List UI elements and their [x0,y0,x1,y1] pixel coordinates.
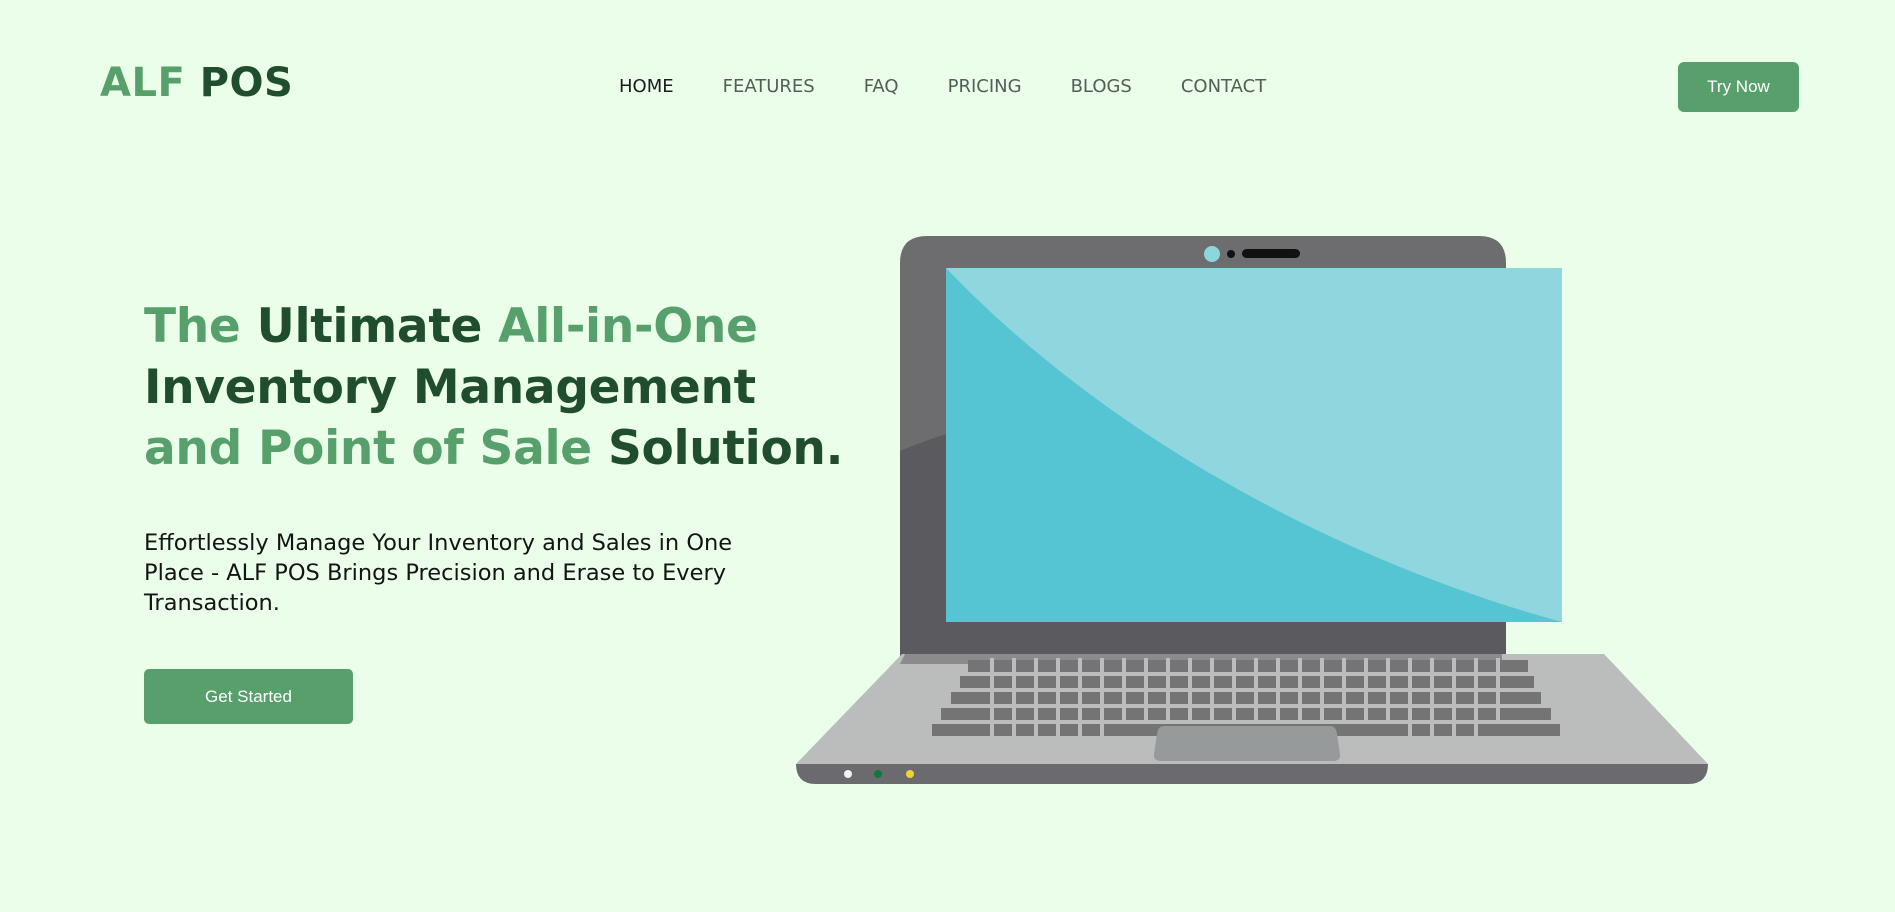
trackpad [1153,726,1341,761]
nav-item-blogs[interactable]: BLOGS [1071,76,1132,97]
hero-subtitle: Effortlessly Manage Your Inventory and S… [144,530,733,616]
speaker-grille [1242,249,1300,258]
hero-title-word: and Point of Sale [144,421,592,476]
power-light-icon [844,770,852,778]
laptop-illustration [796,236,1708,784]
nav-item-pricing[interactable]: PRICING [948,76,1022,97]
brand-logo-part2: POS [199,60,294,106]
hero-title-word: The [144,299,241,354]
sensor-icon [1227,250,1235,258]
nav-item-faq[interactable]: FAQ [864,76,899,97]
status-light-icon [874,770,882,778]
hero-title-word: All-in-One [498,299,758,354]
brand-logo-part1: ALF [100,60,186,106]
keyboard-row [960,676,1534,688]
hero-title: The Ultimate All-in-One Inventory Manage… [144,296,843,479]
keyboard [932,660,1560,736]
brand-logo[interactable]: ALF POS [100,60,293,106]
hero-title-word: Inventory Management [144,360,756,415]
get-started-button[interactable]: Get Started [144,669,353,724]
main-nav: HOME FEATURES FAQ PRICING BLOGS CONTACT [619,76,1266,97]
nav-item-contact[interactable]: CONTACT [1181,76,1266,97]
nav-item-home[interactable]: HOME [619,76,674,97]
webcam-icon [1204,246,1220,262]
battery-light-icon [906,770,914,778]
laptop-front-edge [796,764,1708,784]
keyboard-row [968,660,1528,672]
keyboard-row [941,708,1551,720]
hero-title-word: Ultimate [256,299,483,354]
try-now-button[interactable]: Try Now [1678,62,1799,112]
nav-item-features[interactable]: FEATURES [723,76,815,97]
